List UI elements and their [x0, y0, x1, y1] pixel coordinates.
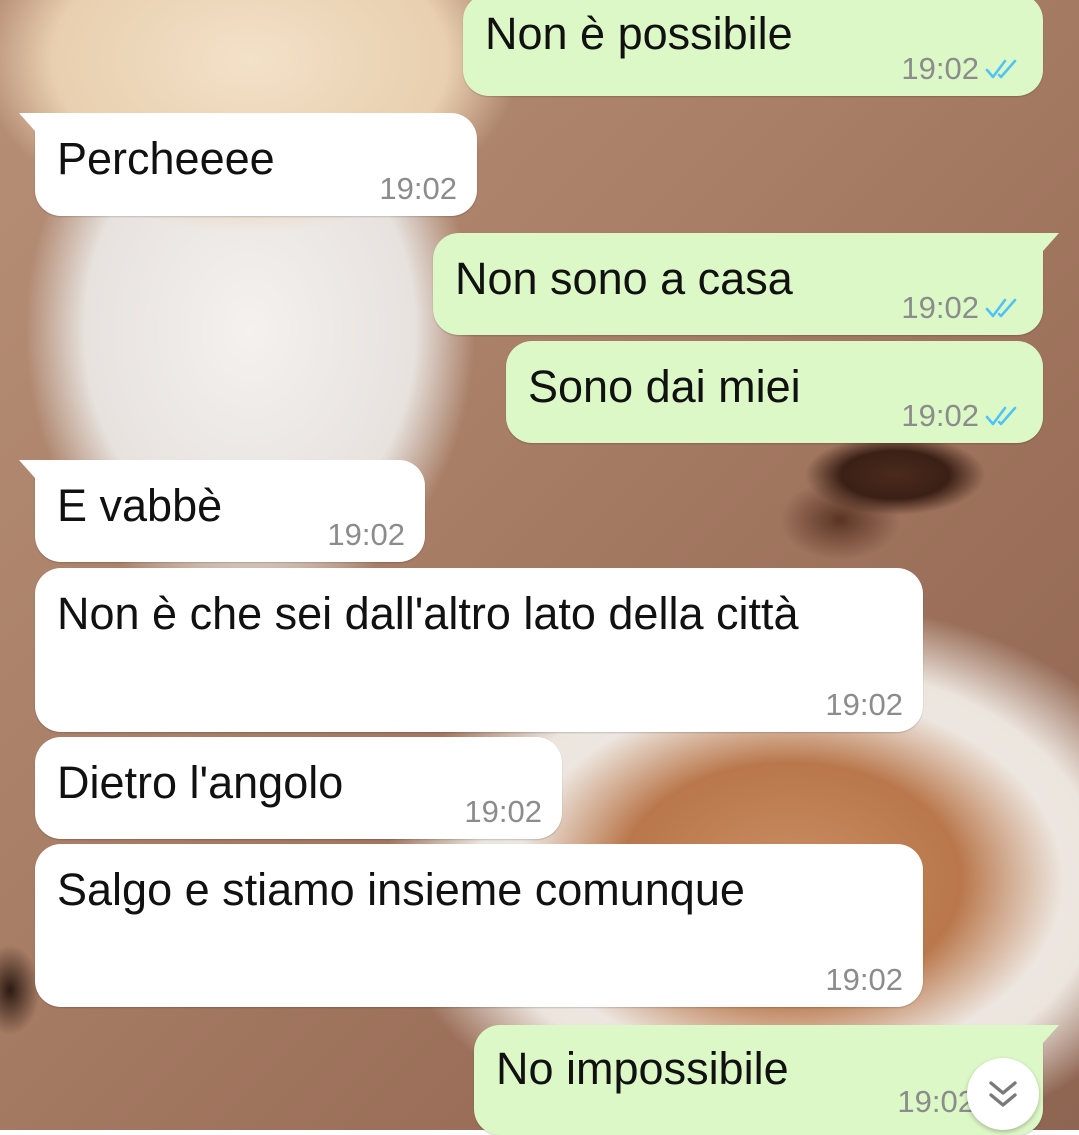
- message-time: 19:02: [825, 962, 903, 997]
- message-meta: 19:02: [901, 400, 1023, 431]
- message-text: Non è che sei dall'altro lato della citt…: [57, 588, 799, 639]
- message-meta: 19:02: [901, 53, 1023, 84]
- message-meta: 19:02: [825, 689, 903, 720]
- message-incoming[interactable]: E vabbè 19:02: [19, 460, 425, 562]
- message-incoming[interactable]: Percheeee 19:02: [19, 113, 477, 216]
- double-check-read-icon: [985, 406, 1017, 425]
- message-text: Sono dai miei: [528, 361, 801, 412]
- message-outgoing[interactable]: Non sono a casa 19:02: [433, 233, 1059, 335]
- double-chevron-down-icon: [989, 1081, 1017, 1107]
- message-outgoing[interactable]: Non è possibile 19:02: [463, 0, 1043, 96]
- message-incoming[interactable]: Non è che sei dall'altro lato della citt…: [35, 568, 923, 732]
- message-meta: 19:02: [379, 173, 457, 204]
- message-meta: 19:02: [897, 1086, 975, 1117]
- message-meta: 19:02: [825, 964, 903, 995]
- message-text: Non sono a casa: [455, 253, 793, 304]
- message-incoming[interactable]: Dietro l'angolo 19:02: [35, 737, 562, 839]
- message-time: 19:02: [897, 1084, 975, 1119]
- message-time: 19:02: [379, 171, 457, 206]
- message-time: 19:02: [464, 794, 542, 829]
- message-meta: 19:02: [901, 292, 1023, 323]
- message-time: 19:02: [327, 517, 405, 552]
- message-time: 19:02: [901, 51, 979, 86]
- message-text: No impossibile: [496, 1043, 789, 1094]
- message-text: E vabbè: [57, 480, 223, 531]
- message-time: 19:02: [901, 290, 979, 325]
- message-incoming[interactable]: Salgo e stiamo insieme comunque 19:02: [35, 844, 923, 1007]
- message-meta: 19:02: [464, 796, 542, 827]
- message-meta: 19:02: [327, 519, 405, 550]
- message-text: Percheeee: [57, 133, 275, 184]
- scroll-to-bottom-button[interactable]: [967, 1058, 1039, 1130]
- message-time: 19:02: [825, 687, 903, 722]
- double-check-read-icon: [985, 298, 1017, 317]
- message-text: Dietro l'angolo: [57, 757, 344, 808]
- message-time: 19:02: [901, 398, 979, 433]
- message-outgoing[interactable]: Sono dai miei 19:02: [506, 341, 1043, 443]
- message-outgoing[interactable]: No impossibile 19:02: [474, 1025, 1059, 1135]
- message-text: Non è possibile: [485, 8, 793, 59]
- message-text: Salgo e stiamo insieme comunque: [57, 864, 745, 915]
- double-check-read-icon: [985, 59, 1017, 78]
